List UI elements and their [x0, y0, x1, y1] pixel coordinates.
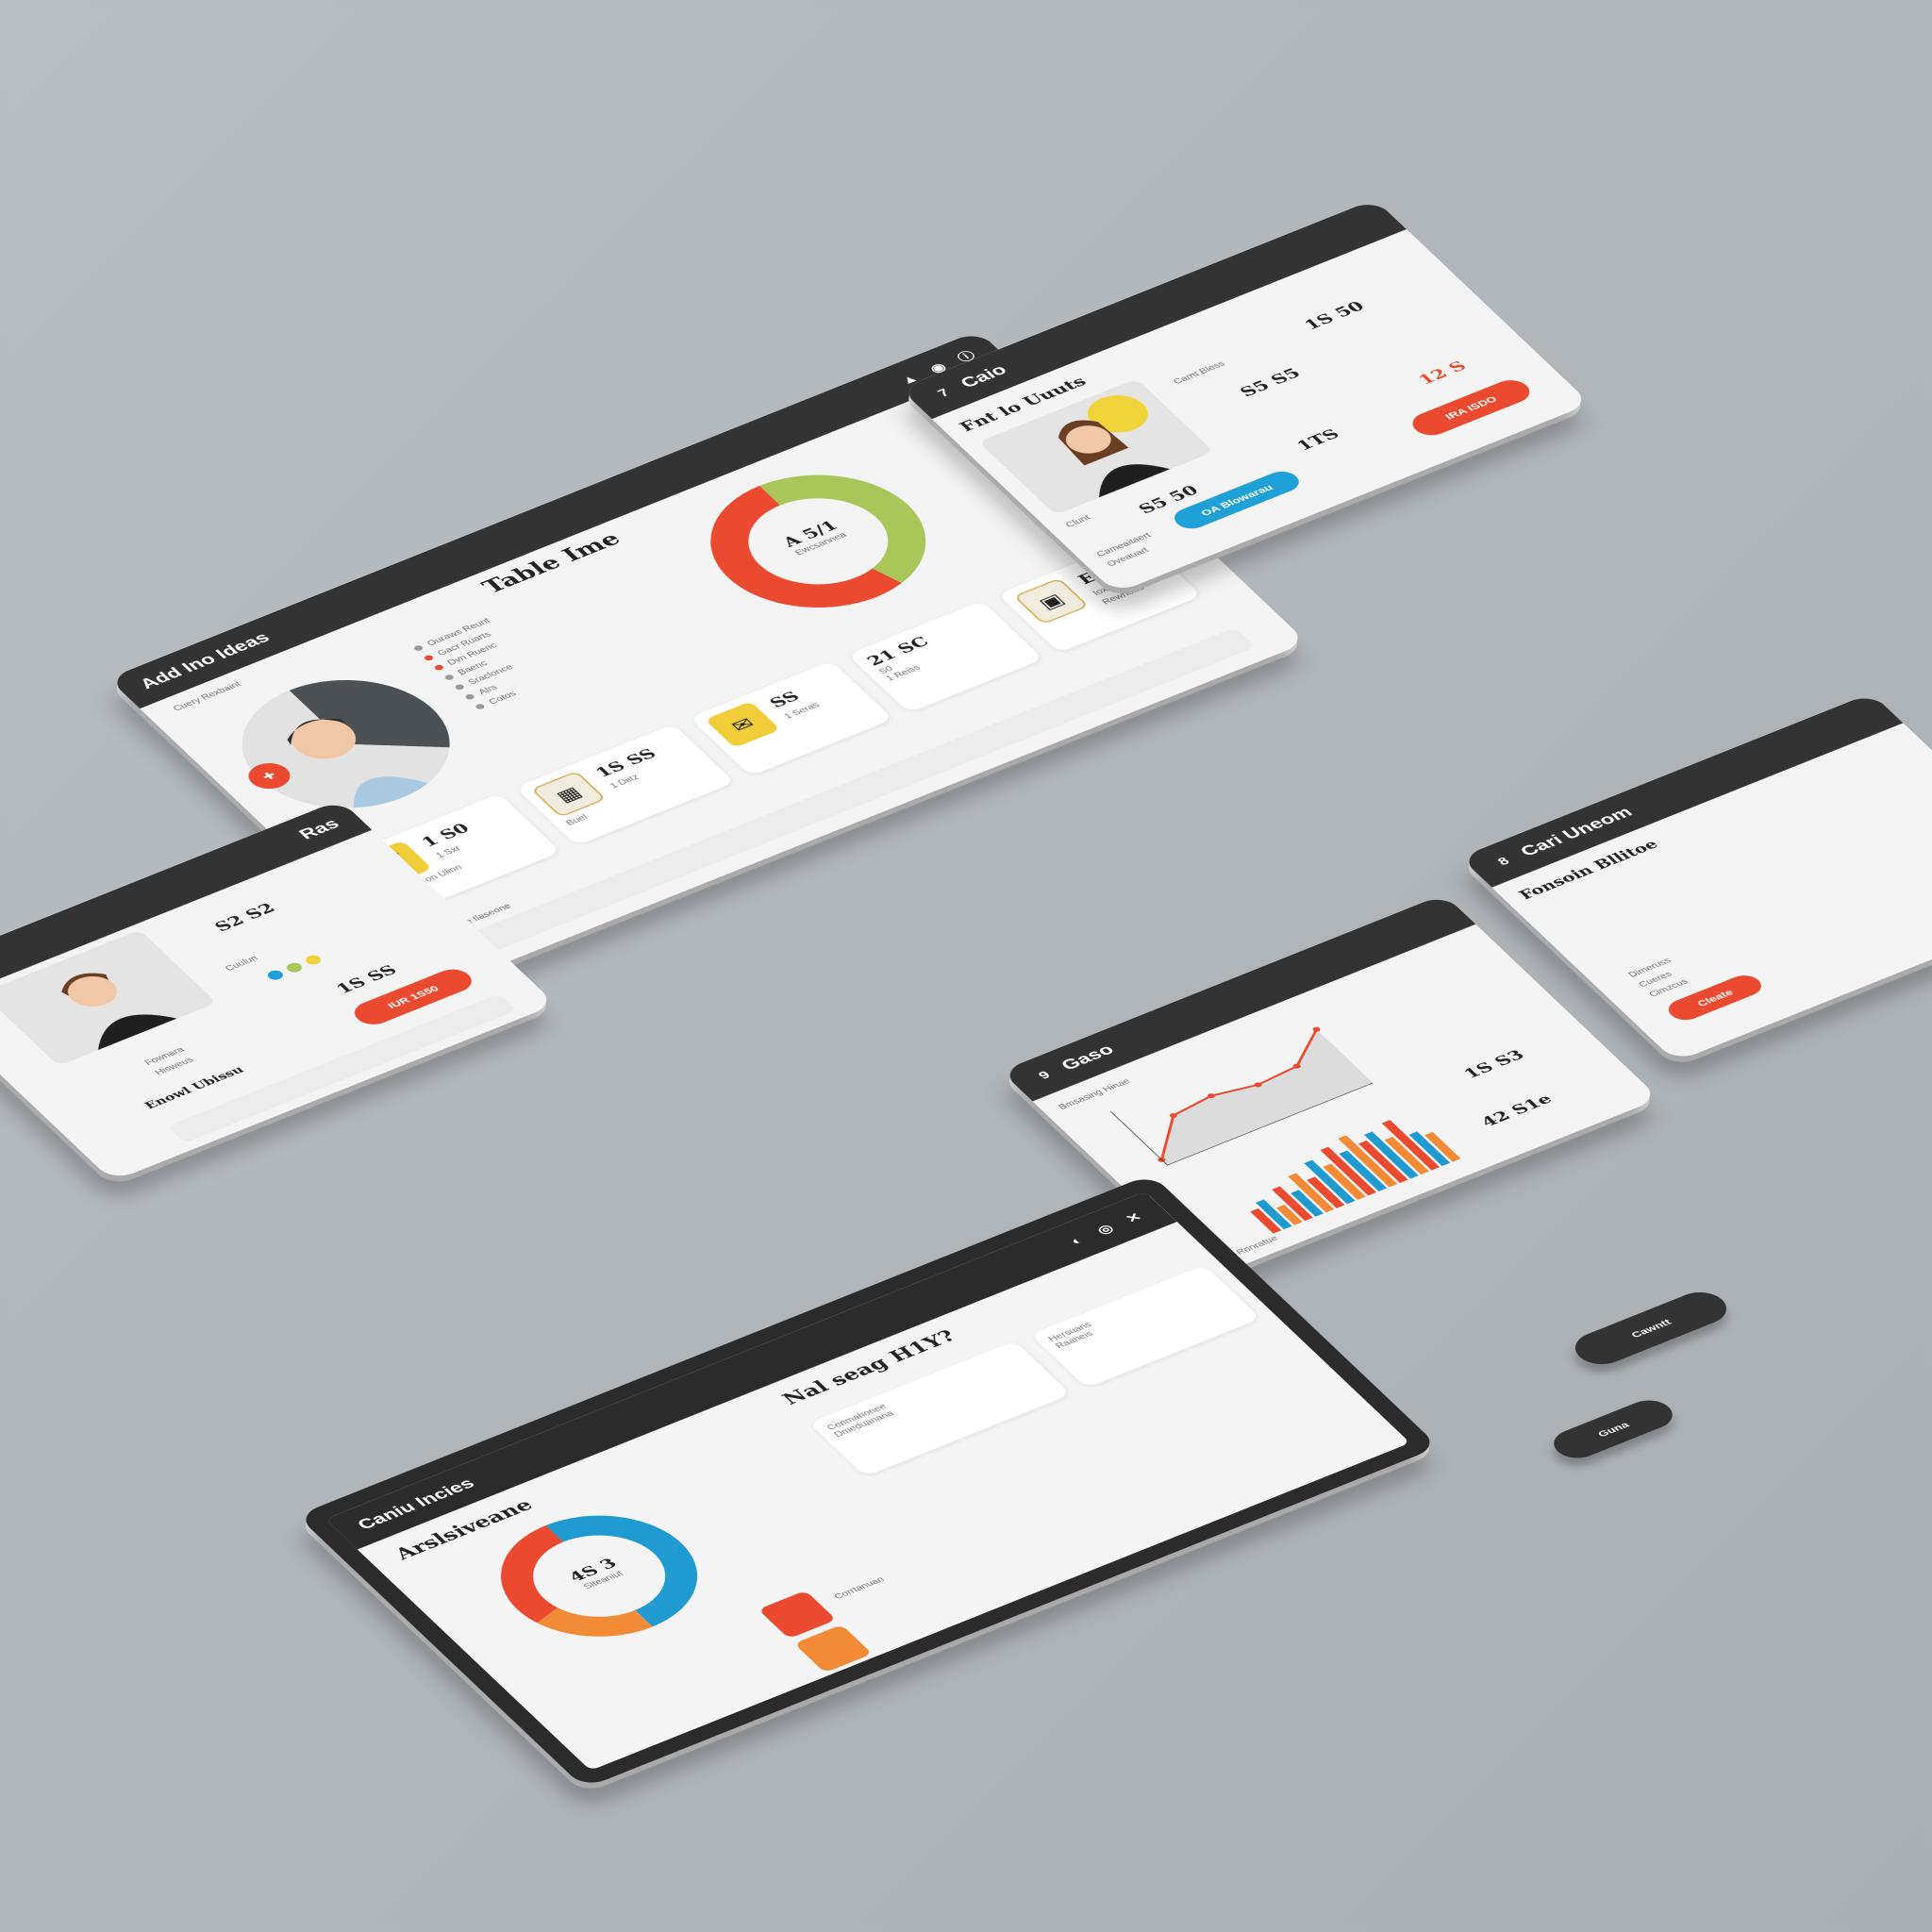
- chart-stat: 42 S1e: [1476, 1091, 1557, 1131]
- bottom-tablet: Caniu Incies ◐ ◎ ✕ Arslsiveane Nal seag …: [296, 1174, 1440, 1789]
- color-dots: [264, 953, 325, 982]
- close-icon[interactable]: ✕: [1119, 1208, 1147, 1226]
- tr-price: 12 S: [1414, 358, 1471, 389]
- chart-footer: Ronratue: [1233, 1233, 1280, 1257]
- bag-icon: ✉: [705, 701, 781, 748]
- tr-stat: 1TS: [1292, 425, 1344, 454]
- bottom-screen: Caniu Incies ◐ ◎ ✕ Arslsiveane Nal seag …: [325, 1191, 1410, 1771]
- logo-icon: 9: [1035, 1068, 1054, 1082]
- tr-avatar-label: Carnt Bless: [1171, 358, 1227, 386]
- floating-pill[interactable]: Guna: [1544, 1394, 1682, 1464]
- card-value: 1 S0: [417, 820, 474, 851]
- list: Ouraws Reunt Gacr Ruarts Dvn Ruenc Baenc…: [408, 560, 689, 714]
- left-footer-bar: [167, 993, 518, 1143]
- color-dot-blue[interactable]: [264, 968, 286, 982]
- left-topbar-title: Ras: [294, 815, 344, 843]
- chart-stat: 1S S3: [1459, 1046, 1529, 1082]
- chart-topbar-title: Gaso: [1057, 1041, 1119, 1074]
- profile-avatar: [202, 656, 490, 833]
- line-point: [1312, 1026, 1321, 1032]
- left-label: Cuulun: [223, 953, 260, 973]
- bottom-card[interactable]: Hersuans Raaneis: [1030, 1264, 1261, 1389]
- bottom-card[interactable]: Cenmahonee Dmeduanana: [808, 1341, 1072, 1477]
- target-icon[interactable]: ◎: [1091, 1221, 1119, 1239]
- logo-icon: 7: [934, 386, 953, 400]
- tr-label: Clunt: [1063, 513, 1093, 529]
- stat-card[interactable]: 21 SC S0 1 Reiss: [847, 600, 1044, 713]
- stat-card[interactable]: ▦ Buel 1S SS 1 Diitz: [514, 724, 736, 846]
- bottom-topbar: Caniu Incies ◐ ◎ ✕: [325, 1191, 1177, 1550]
- tr-topbar-title: Caio: [956, 361, 1011, 391]
- chat-icon[interactable]: ◐: [1062, 1232, 1091, 1250]
- tr-stat: 1S 50: [1300, 298, 1369, 333]
- logo-icon: 8: [1494, 855, 1513, 868]
- floating-pill[interactable]: Cawntt: [1565, 1286, 1737, 1371]
- stat-card[interactable]: ✉ SS 1 Seras: [689, 660, 893, 776]
- left-stat: S2 S2: [210, 899, 280, 935]
- color-dot-yellow[interactable]: [303, 953, 325, 967]
- bottom-list-title: Corrtanuan: [831, 1574, 887, 1601]
- mockup-stage: Add Ino Ideas ▲ ◉ ⓘ Cuery Rexbaint Table…: [0, 0, 1932, 1932]
- tr-stat: S5 S5: [1236, 365, 1306, 401]
- color-dot-green[interactable]: [283, 960, 306, 974]
- photo-icon: ▣: [1013, 577, 1090, 625]
